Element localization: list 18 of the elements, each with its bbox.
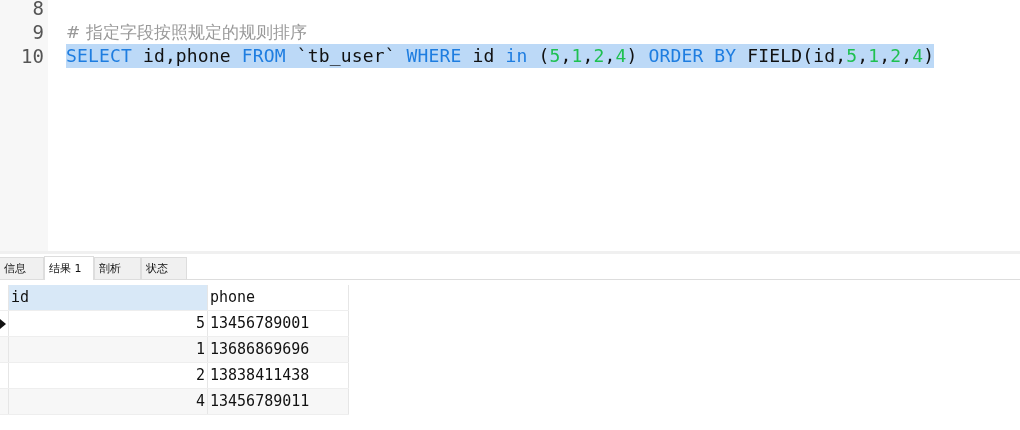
code-line: # 指定字段按照规定的规则排序	[66, 21, 307, 44]
table-cell: 13456789011	[208, 389, 349, 414]
column-header[interactable]: id	[9, 285, 208, 310]
table-cell: 4	[9, 389, 208, 414]
table-cell: 1	[9, 337, 208, 362]
table-cell: 13686869696	[208, 337, 349, 362]
line-number: 8	[31, 0, 45, 20]
table-cell: 5	[9, 311, 208, 336]
table-cell: 13838411438	[208, 363, 349, 388]
line-number: 10	[20, 44, 45, 68]
tab[interactable]: 剖析	[94, 257, 141, 279]
table-cell: 2	[9, 363, 208, 388]
column-header[interactable]: phone	[208, 285, 349, 310]
tab[interactable]: 结果 1	[44, 256, 94, 280]
tab[interactable]: 状态	[141, 257, 187, 279]
tab[interactable]: 信息	[0, 257, 44, 279]
line-number: 9	[31, 20, 45, 44]
table-cell: 13456789001	[208, 311, 349, 336]
